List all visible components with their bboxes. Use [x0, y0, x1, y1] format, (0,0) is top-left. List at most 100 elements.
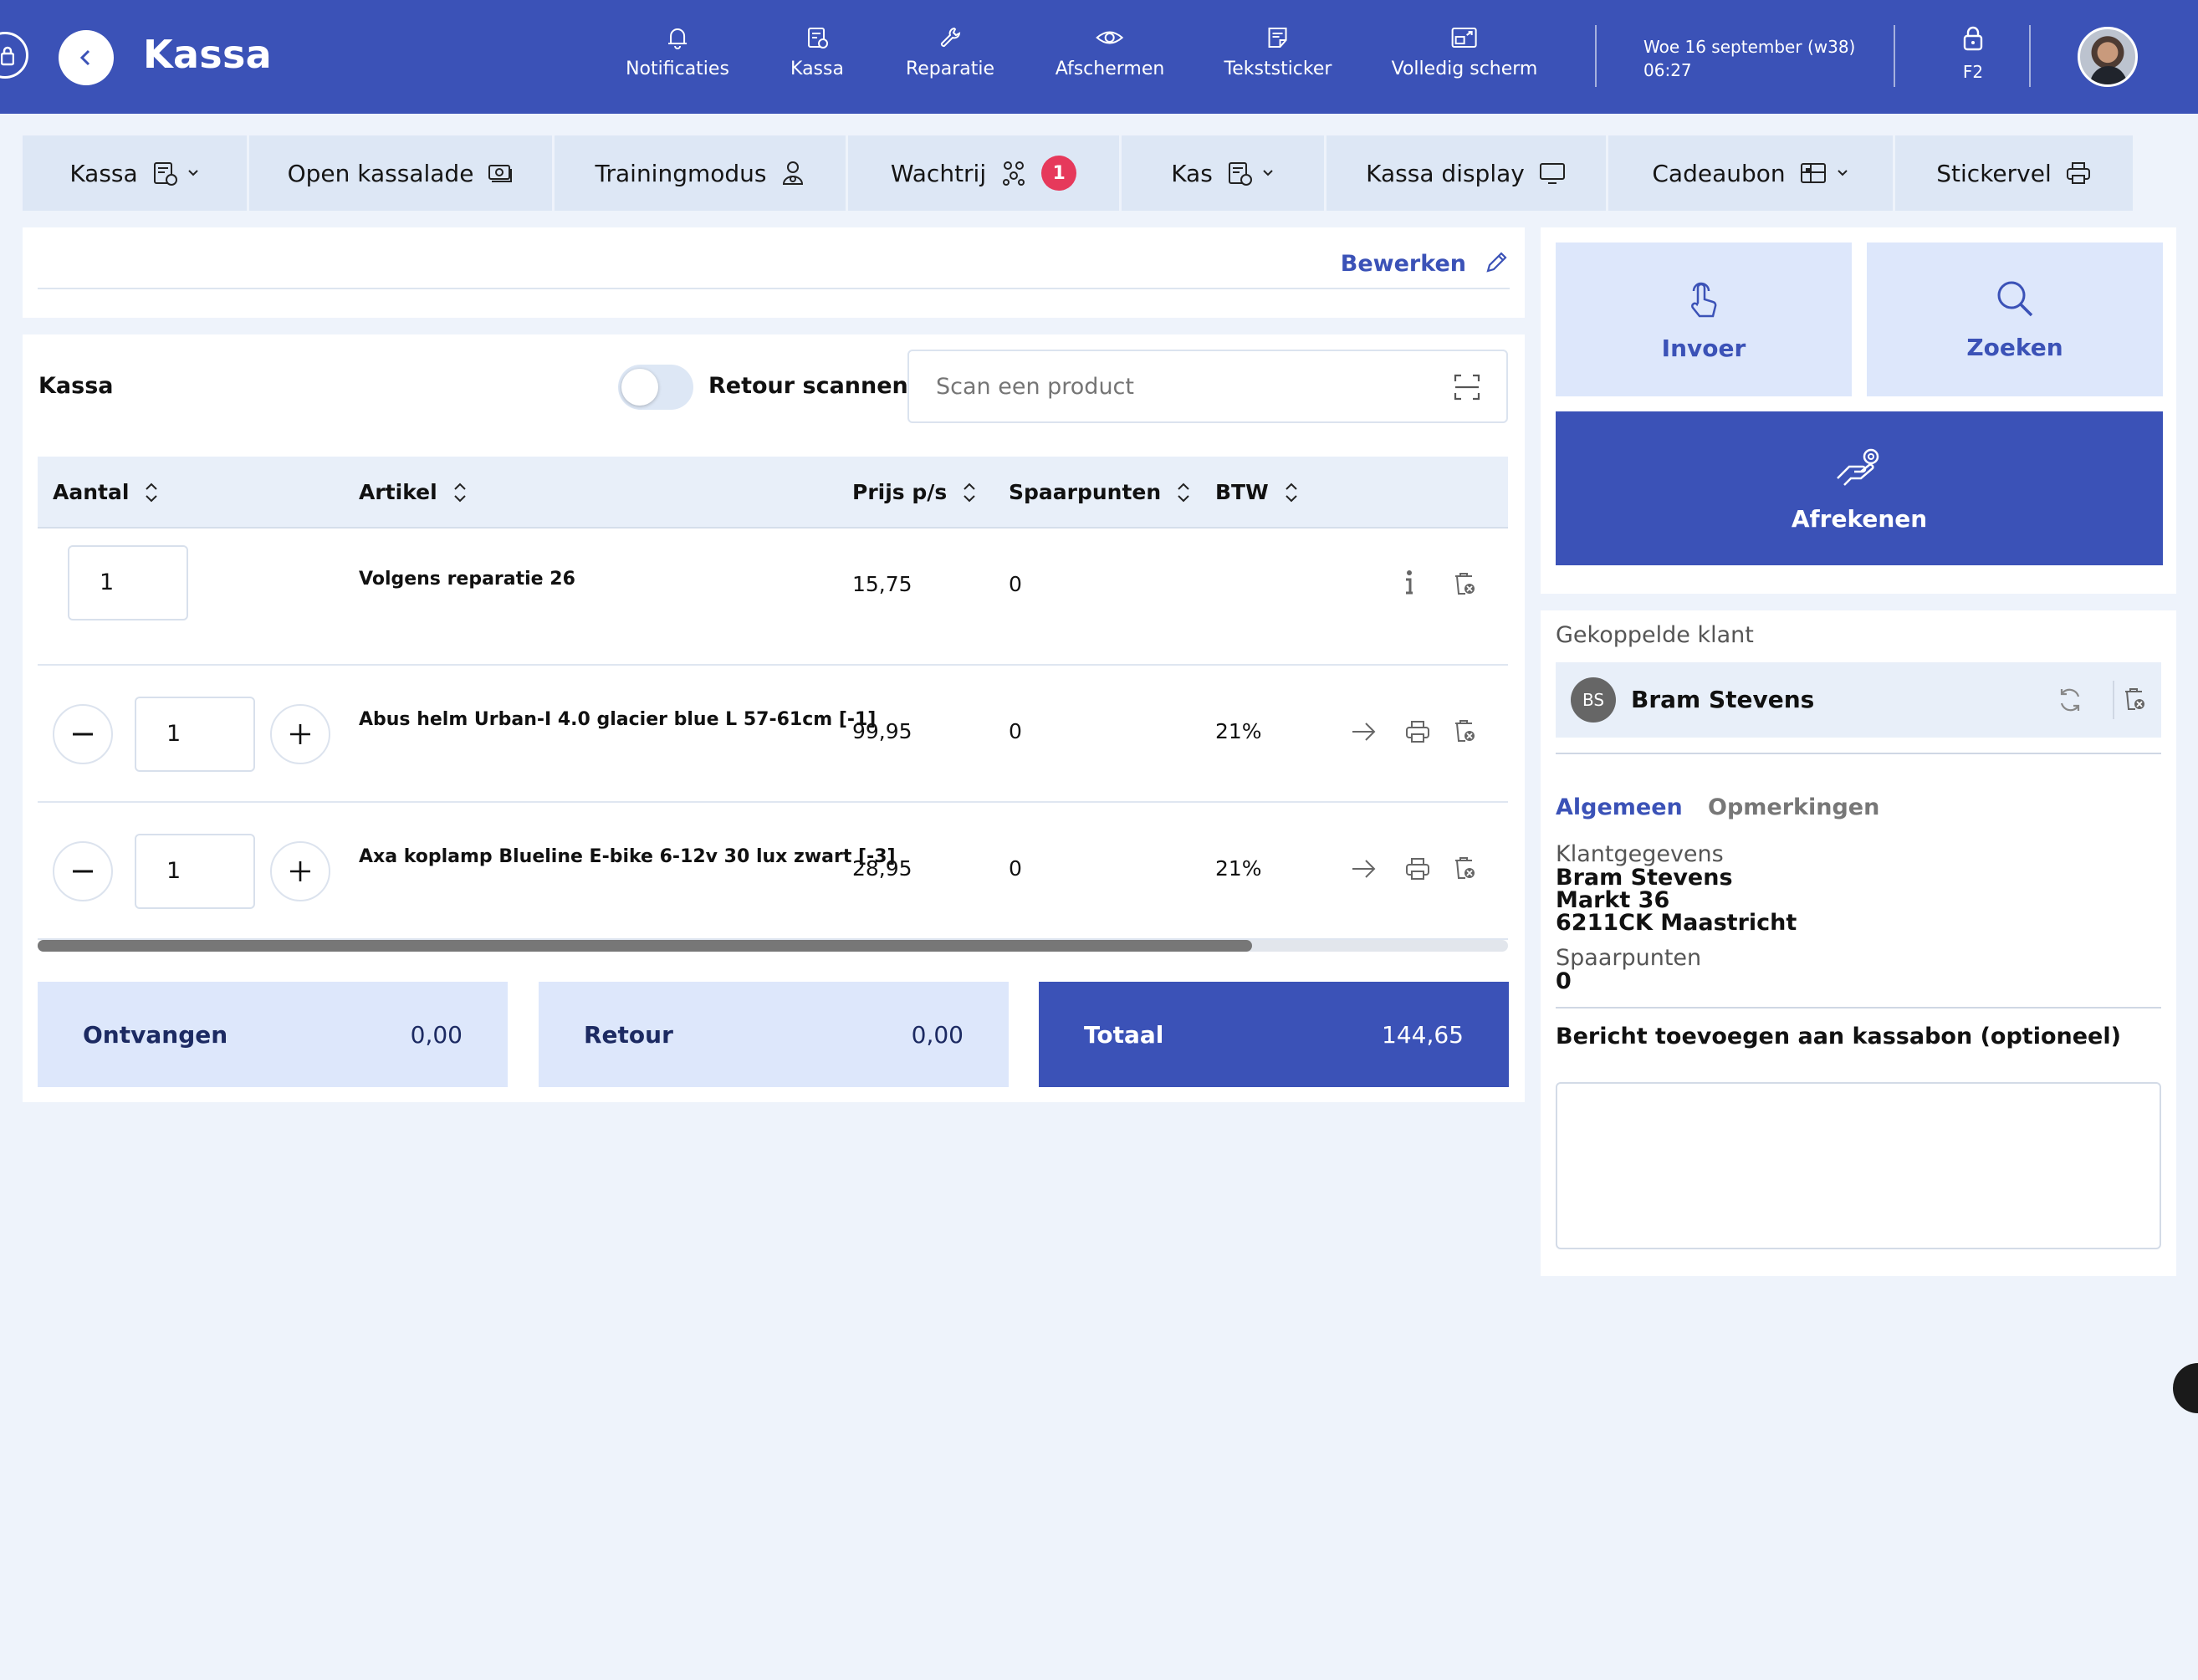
pencil-icon[interactable]: [1483, 249, 1510, 276]
avatar[interactable]: [2078, 27, 2138, 87]
tab-algemeen[interactable]: Algemeen: [1556, 794, 1683, 820]
info-icon[interactable]: [1401, 569, 1418, 597]
scrollbar-thumb[interactable]: [38, 940, 1252, 952]
delete-icon[interactable]: [1451, 717, 1478, 744]
nav-volledig-scherm[interactable]: Volledig scherm: [1392, 25, 1537, 79]
toolbar-trainingmodus[interactable]: Trainingmodus: [555, 135, 846, 211]
divider: [38, 288, 1510, 289]
vat: 21%: [1215, 856, 1262, 881]
chevron-down-icon: [1263, 170, 1273, 176]
article-name: Abus helm Urban-I 4.0 glacier blue L 57-…: [359, 709, 877, 730]
quantity-field[interactable]: 1: [135, 697, 255, 772]
vat: 21%: [1215, 719, 1262, 743]
points-label: Spaarpunten: [1556, 945, 1702, 971]
toolbar-cadeaubon[interactable]: Cadeaubon: [1608, 135, 1893, 211]
queue-count-badge: 1: [1041, 156, 1077, 191]
divider: [1894, 25, 1895, 87]
table-row: 1 Volgens reparatie 26 15,75 0: [38, 529, 1508, 666]
increase-button[interactable]: [270, 841, 330, 901]
printer-icon[interactable]: [1404, 856, 1431, 881]
toolbar-wachtrij[interactable]: Wachtrij 1: [848, 135, 1119, 211]
points: 0: [1009, 856, 1022, 881]
toolbar-kassa-display[interactable]: Kassa display: [1326, 135, 1606, 211]
retour-scan-toggle[interactable]: [618, 365, 693, 410]
arrow-right-icon[interactable]: [1351, 858, 1378, 880]
trainer-icon: [782, 161, 803, 185]
customer-card[interactable]: BS Bram Stevens: [1556, 662, 2161, 738]
device-corner: [2173, 1363, 2198, 1413]
article-name: Volgens reparatie 26: [359, 569, 575, 590]
nav-kassa[interactable]: Kassa: [790, 25, 844, 79]
nav-afschermen[interactable]: Afschermen: [1056, 25, 1164, 79]
register-icon: [1228, 162, 1252, 186]
article-name: Axa koplamp Blueline E-bike 6-12v 30 lux…: [359, 846, 896, 867]
scan-product-input[interactable]: [907, 350, 1508, 423]
price: 99,95: [852, 719, 912, 743]
divider: [1556, 1007, 2161, 1009]
return-value: 0,00: [911, 1020, 964, 1049]
receipt-message-field[interactable]: [1556, 1082, 2161, 1249]
bell-icon: [667, 28, 687, 49]
nav-notificaties[interactable]: Notificaties: [626, 25, 729, 79]
column-header-btw[interactable]: BTW: [1215, 480, 1299, 504]
table-header: Aantal Artikel Prijs p/s Spaarpunten BTW: [38, 457, 1508, 529]
lock-screen-button[interactable]: F2: [1962, 25, 1984, 82]
printer-icon: [2066, 162, 2090, 184]
register-icon: [808, 28, 828, 49]
address-line: 6211CK Maastricht: [1556, 910, 1797, 936]
actions-panel: Invoer Zoeken Afrekenen: [1541, 227, 2176, 594]
quantity-field[interactable]: 1: [68, 545, 188, 620]
column-header-prijs[interactable]: Prijs p/s: [852, 480, 977, 504]
customer-panel: Gekoppelde klant BS Bram Stevens Algemee…: [1541, 610, 2176, 1276]
arrow-right-icon[interactable]: [1351, 721, 1378, 743]
kassa-panel: Kassa Retour scannen Aantal Artikel Prij…: [23, 334, 1525, 1102]
back-button[interactable]: [59, 30, 114, 85]
nav-reparatie[interactable]: Reparatie: [906, 25, 994, 79]
toolbar-open-kassalade[interactable]: Open kassalade: [249, 135, 552, 211]
scan-icon[interactable]: [1453, 373, 1481, 401]
quantity-field[interactable]: 1: [135, 834, 255, 909]
search-icon: [1997, 281, 2033, 316]
column-header-aantal[interactable]: Aantal: [53, 480, 159, 504]
nav-tekststicker[interactable]: Tekststicker: [1224, 25, 1332, 79]
horizontal-scrollbar[interactable]: [38, 940, 1508, 952]
column-header-artikel[interactable]: Artikel: [359, 480, 468, 504]
increase-button[interactable]: [270, 704, 330, 764]
delete-icon[interactable]: [1451, 570, 1478, 597]
return-box[interactable]: Retour 0,00: [539, 982, 1009, 1087]
sync-icon[interactable]: [2056, 686, 2084, 714]
chevron-down-icon: [187, 170, 198, 176]
section-title: Kassa: [38, 373, 114, 399]
total-value: 144,65: [1382, 1020, 1464, 1049]
chevron-down-icon: [1837, 170, 1848, 176]
gift-card-icon: [1800, 163, 1826, 183]
delete-icon[interactable]: [2121, 686, 2148, 712]
lock-icon[interactable]: [0, 32, 28, 79]
register-icon: [153, 162, 177, 186]
column-header-spaarpunten[interactable]: Spaarpunten: [1009, 480, 1191, 504]
input-button[interactable]: Invoer: [1556, 243, 1852, 396]
edit-link[interactable]: Bewerken: [1341, 251, 1466, 277]
decrease-button[interactable]: [53, 841, 113, 901]
details-label: Klantgegevens: [1556, 841, 1724, 867]
received-value: 0,00: [410, 1020, 463, 1049]
fullscreen-icon: [1451, 28, 1477, 48]
search-button[interactable]: Zoeken: [1867, 243, 2163, 396]
toolbar-kas[interactable]: Kas: [1122, 135, 1324, 211]
points-value: 0: [1556, 968, 1572, 994]
receipt-message-label: Bericht toevoegen aan kassabon (optionee…: [1556, 1024, 2121, 1049]
toolbar-kassa[interactable]: Kassa: [23, 135, 247, 211]
printer-icon[interactable]: [1404, 719, 1431, 744]
delete-icon[interactable]: [1451, 855, 1478, 881]
tab-opmerkingen[interactable]: Opmerkingen: [1708, 794, 1879, 820]
monitor-icon: [1539, 163, 1565, 184]
sort-icon: [453, 483, 466, 502]
minus-icon: [73, 733, 93, 736]
cash-drawer-icon: [488, 165, 513, 182]
toolbar-stickervel[interactable]: Stickervel: [1895, 135, 2133, 211]
decrease-button[interactable]: [53, 704, 113, 764]
toolbar: Kassa Open kassalade Trainingmodus Wacht…: [23, 135, 2135, 211]
checkout-button[interactable]: Afrekenen: [1556, 411, 2163, 565]
received-box[interactable]: Ontvangen 0,00: [38, 982, 508, 1087]
edit-panel: Bewerken: [23, 227, 1525, 318]
